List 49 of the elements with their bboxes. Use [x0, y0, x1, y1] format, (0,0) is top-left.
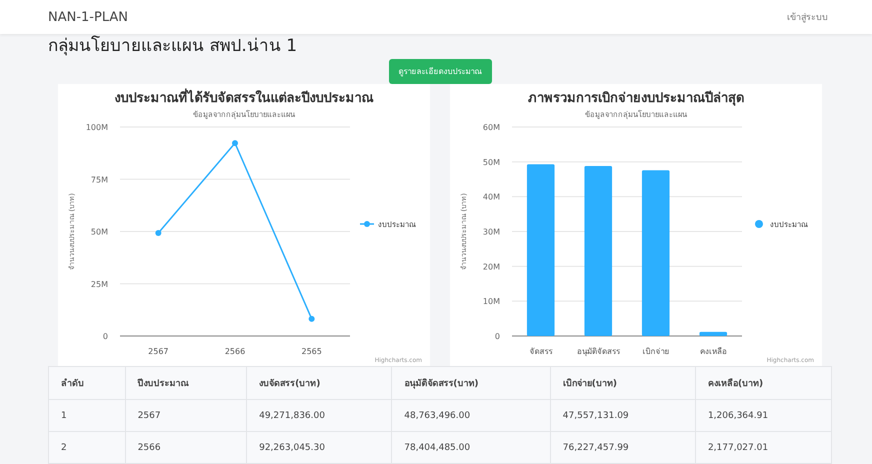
y-tick-label: 0 [102, 332, 108, 341]
chart-title: งบประมาณที่ได้รับจัดสรรในแต่ละปีงบประมาณ [114, 91, 374, 106]
brand-name[interactable]: NAN-1-PLAN [48, 10, 128, 24]
x-tick-label: จัดสรร [529, 347, 552, 356]
y-tick-label: 100M [86, 123, 108, 132]
column-header: ปีงบประมาณ [125, 366, 247, 400]
column-header: เบิกจ่าย(บาท) [550, 366, 696, 400]
table-cell: 2566 [125, 432, 247, 464]
login-link[interactable]: เข้าสู่ระบบ [787, 10, 828, 24]
y-tick-label: 10M [482, 297, 500, 306]
column-header: อนุมัติจัดสรร(บาท) [392, 366, 550, 400]
y-tick-label: 75M [90, 175, 108, 184]
column-header: คงเหลือ(บาท) [695, 366, 832, 400]
table-cell: 2,177,027.01 [695, 432, 832, 464]
table-cell: 2 [48, 432, 126, 464]
table-cell: 48,763,496.00 [392, 400, 550, 432]
legend-dot-icon [755, 220, 763, 228]
y-tick-label: 25M [90, 280, 108, 289]
y-tick-label: 20M [482, 262, 500, 272]
y-tick-label: 0 [494, 332, 500, 341]
data-bar [699, 332, 728, 336]
data-point [308, 316, 315, 322]
column-header: งบจัดสรร(บาท) [246, 366, 392, 400]
budget-detail-button[interactable]: ดูรายละเอียดงบประมาณ [388, 59, 492, 84]
column-header: ลำดับ [48, 366, 126, 400]
x-tick-label: 2566 [224, 347, 246, 356]
table-cell: 78,404,485.00 [392, 432, 550, 464]
table-cell: 1 [48, 400, 126, 432]
table-cell: 47,557,131.09 [550, 400, 696, 432]
x-tick-label: อนุมัติจัดสรร [576, 347, 620, 356]
y-tick-label: 50M [482, 158, 500, 167]
y-tick-label: 30M [482, 228, 500, 236]
table-cell: 49,271,836.00 [246, 400, 392, 432]
table-cell: 76,227,457.99 [550, 432, 696, 464]
y-tick-label: 50M [90, 228, 108, 236]
page-title: กลุ่มนโยบายและแผน สพป.น่าน 1 [48, 35, 298, 57]
table-cell: 2567 [125, 400, 247, 432]
legend-line-icon [360, 221, 374, 227]
y-tick-label: 40M [482, 192, 500, 202]
table-cell: 1,206,364.91 [695, 400, 832, 432]
x-tick-label: 2565 [301, 347, 322, 356]
y-tick-label: 60M [482, 123, 500, 132]
table-cell: 92,263,045.30 [246, 432, 392, 464]
data-point [155, 230, 162, 236]
data-point [232, 140, 238, 146]
x-tick-label: 2567 [148, 347, 169, 356]
x-tick-label: คงเหลือ [700, 347, 727, 356]
chart-title: ภาพรวมการเบิกจ่ายงบประมาณปีล่าสุด [528, 91, 744, 106]
x-tick-label: เบิกจ่าย [642, 347, 670, 356]
